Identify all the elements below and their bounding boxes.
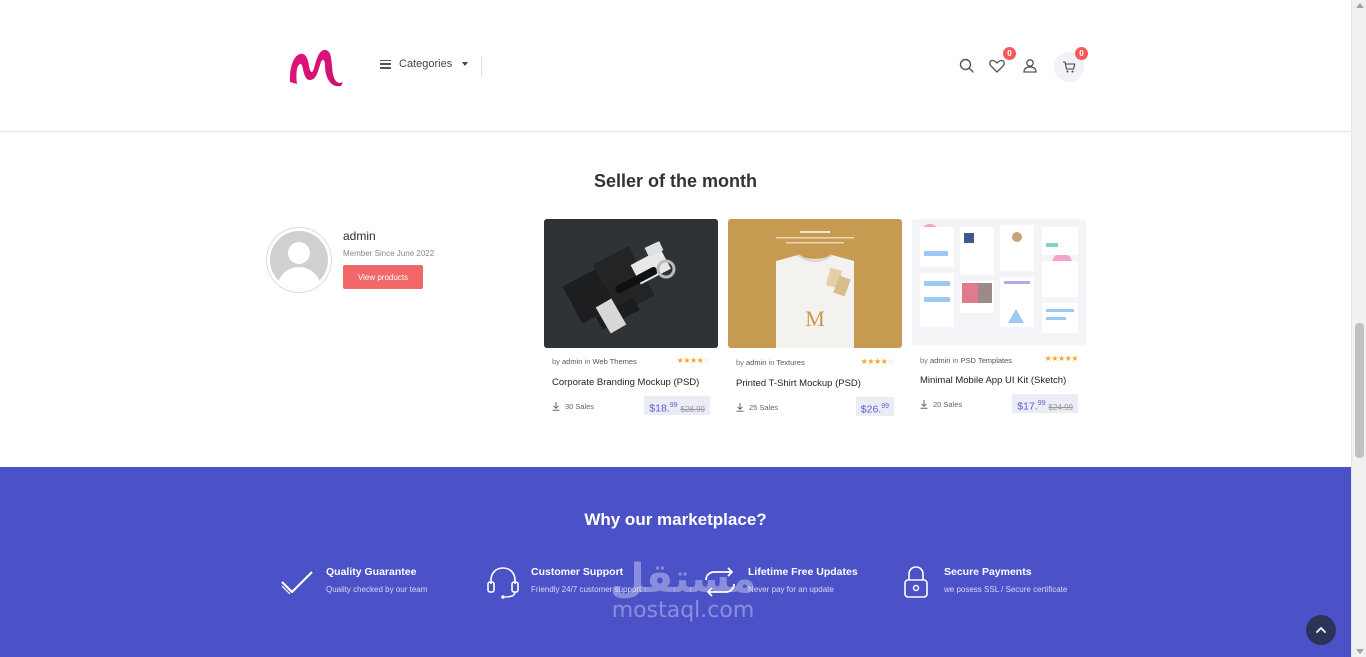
category-link[interactable]: Web Themes xyxy=(592,357,636,366)
product-thumbnail[interactable] xyxy=(912,219,1086,345)
site-header: Categories 0 0 xyxy=(0,0,1351,132)
author-link[interactable]: admin xyxy=(562,357,582,366)
author-link[interactable]: admin xyxy=(930,356,950,365)
sales-count: 30 Sales xyxy=(552,402,594,411)
svg-text:M: M xyxy=(805,306,825,331)
old-price: $28.99 xyxy=(680,404,705,414)
download-icon xyxy=(736,403,744,412)
section-title: Seller of the month xyxy=(593,171,757,191)
divider xyxy=(481,56,482,76)
check-icon xyxy=(280,564,316,600)
view-products-button[interactable]: View products xyxy=(343,265,423,289)
product-card[interactable]: by admin in Web Themes ★★★★☆ Corporate B… xyxy=(544,219,718,425)
feature-subtitle: Quality checked by our team xyxy=(326,585,428,594)
seller-name[interactable]: admin xyxy=(343,229,376,243)
seller-avatar xyxy=(266,227,332,293)
chevron-up-icon xyxy=(1316,626,1326,633)
product-thumbnail[interactable] xyxy=(544,219,718,348)
feature-title: Secure Payments xyxy=(944,566,1032,578)
rating-stars: ★★★★☆ xyxy=(860,357,895,366)
sales-count: 25 Sales xyxy=(736,403,778,412)
sales-count: 20 Sales xyxy=(920,400,962,409)
category-link[interactable]: PSD Templates xyxy=(960,356,1012,365)
lock-icon xyxy=(898,564,934,600)
feature-subtitle: we posess SSL / Secure certificate xyxy=(944,585,1068,594)
cart-count-badge: 0 xyxy=(1075,47,1088,60)
watermark-arabic: مستقل xyxy=(609,556,757,602)
watermark: مستقل mostaql.com xyxy=(598,556,768,623)
scroll-to-top-button[interactable] xyxy=(1306,615,1336,645)
price-tag: $17.99 $24.99 xyxy=(1012,394,1078,413)
product-meta: by admin in Textures xyxy=(736,358,805,367)
user-account-icon[interactable] xyxy=(1021,57,1039,75)
product-thumbnail[interactable]: M xyxy=(728,219,902,348)
why-title: Why our marketplace? xyxy=(584,510,767,529)
caret-down-icon xyxy=(462,62,469,66)
price-tag: $26.99 xyxy=(855,397,894,416)
categories-label: Categories xyxy=(399,58,453,70)
rating-stars: ★★★★☆ xyxy=(676,356,711,365)
cart-icon xyxy=(1063,61,1076,73)
default-user-icon xyxy=(270,231,328,289)
seller-member-since: Member Since June 2022 xyxy=(343,249,435,258)
product-card[interactable]: M by admin in Textures ★★★★☆ Printed T-S… xyxy=(728,219,902,425)
feature-item: Secure Payments we posess SSL / Secure c… xyxy=(898,564,1067,600)
feature-title: Quality Guarantee xyxy=(326,566,417,578)
watermark-latin: mostaql.com xyxy=(611,598,755,623)
download-icon xyxy=(920,400,928,409)
author-link[interactable]: admin xyxy=(746,358,766,367)
product-card[interactable]: by admin in PSD Templates ★★★★★ Minimal … xyxy=(912,219,1086,425)
price-tag: $18.99 $28.99 xyxy=(644,396,710,415)
download-icon xyxy=(552,402,560,411)
old-price: $24.99 xyxy=(1048,402,1073,412)
categories-menu[interactable]: Categories xyxy=(380,58,469,70)
wishlist-count-badge: 0 xyxy=(1003,47,1016,60)
rating-stars: ★★★★★ xyxy=(1044,354,1079,363)
scroll-down-arrow-icon[interactable] xyxy=(1356,649,1364,654)
brand-logo[interactable] xyxy=(285,44,345,88)
wishlist-heart-icon[interactable] xyxy=(988,57,1006,75)
headset-icon xyxy=(485,564,521,600)
feature-item: Quality Guarantee Quality checked by our… xyxy=(280,564,427,600)
product-title[interactable]: Corporate Branding Mockup (PSD) xyxy=(552,377,699,388)
category-link[interactable]: Textures xyxy=(776,358,804,367)
product-title[interactable]: Minimal Mobile App UI Kit (Sketch) xyxy=(920,375,1066,386)
page-scrollbar[interactable] xyxy=(1351,0,1366,657)
scrollbar-thumb[interactable] xyxy=(1355,323,1364,458)
scroll-up-arrow-icon[interactable] xyxy=(1356,3,1364,8)
search-icon[interactable] xyxy=(958,57,976,75)
product-title[interactable]: Printed T-Shirt Mockup (PSD) xyxy=(736,378,861,389)
product-meta: by admin in PSD Templates xyxy=(920,356,1013,365)
menu-icon xyxy=(380,59,391,69)
product-meta: by admin in Web Themes xyxy=(552,357,637,366)
